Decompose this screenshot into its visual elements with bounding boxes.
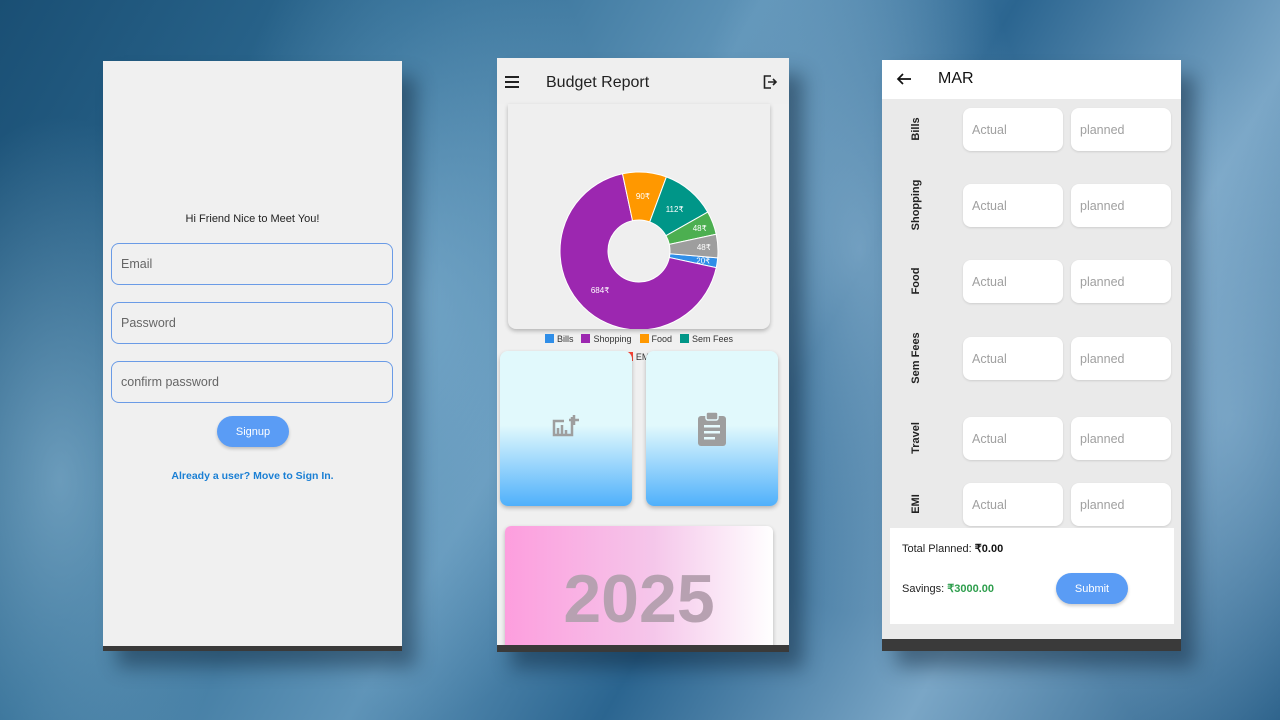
actual-input[interactable]: Actual bbox=[963, 337, 1063, 380]
nav-bar bbox=[103, 646, 402, 651]
actual-input[interactable]: Actual bbox=[963, 483, 1063, 526]
year-card[interactable]: 2025 bbox=[505, 526, 773, 652]
password-placeholder: Password bbox=[121, 316, 176, 330]
planned-input[interactable]: planned bbox=[1071, 108, 1171, 151]
chart-card: 20₹ 684₹ 90₹ 112₹ 48₹ 48₹ Bills Shopping Food Se… bbox=[508, 104, 770, 362]
budget-report-screen: Budget Report 20₹ 684₹ 90₹ 112₹ 48₹ 48₹ Bills… bbox=[497, 58, 789, 652]
category-label: Shopping bbox=[910, 179, 922, 231]
app-bar: MAR bbox=[882, 60, 1181, 99]
legend-item: Bills bbox=[544, 334, 574, 344]
signup-button[interactable]: Signup bbox=[217, 416, 289, 447]
year-text: 2025 bbox=[563, 561, 715, 637]
logout-icon[interactable] bbox=[762, 74, 778, 90]
total-planned-value: ₹0.00 bbox=[974, 543, 1004, 555]
page-title: Budget Report bbox=[546, 74, 650, 91]
back-arrow-icon[interactable] bbox=[896, 71, 912, 87]
legend-swatch bbox=[680, 334, 690, 343]
legend-label: Shopping bbox=[593, 334, 632, 344]
summary-panel: Total Planned: ₹0.00 Savings: ₹3000.00 S… bbox=[890, 528, 1174, 624]
legend-label: Bills bbox=[556, 334, 574, 344]
planned-input[interactable]: planned bbox=[1071, 337, 1171, 380]
month-title: MAR bbox=[938, 70, 974, 87]
submit-button[interactable]: Submit bbox=[1056, 573, 1128, 604]
data-label: 684₹ bbox=[591, 286, 609, 295]
legend-swatch bbox=[581, 334, 591, 343]
actual-input[interactable]: Actual bbox=[963, 108, 1063, 151]
planned-input[interactable]: planned bbox=[1071, 260, 1171, 303]
add-chart-icon bbox=[552, 414, 579, 436]
category-label: Food bbox=[910, 267, 922, 295]
legend-item: Food bbox=[639, 334, 673, 344]
data-label: 112₹ bbox=[666, 205, 684, 214]
legend-item: Sem Fees bbox=[680, 334, 733, 344]
data-label: 90₹ bbox=[636, 192, 650, 201]
planned-input[interactable]: planned bbox=[1071, 184, 1171, 227]
legend-label: Sem Fees bbox=[692, 334, 734, 344]
greeting-text: Hi Friend Nice to Meet You! bbox=[185, 213, 320, 225]
total-planned-label: Total Planned: bbox=[902, 543, 975, 555]
legend-swatch bbox=[639, 334, 649, 343]
signin-link[interactable]: Already a user? Move to Sign In. bbox=[103, 470, 402, 482]
clipboard-icon bbox=[698, 410, 726, 446]
legend-item: Shopping bbox=[581, 334, 632, 344]
data-label: 48₹ bbox=[693, 224, 707, 233]
actual-input[interactable]: Actual bbox=[963, 417, 1063, 460]
planned-input[interactable]: planned bbox=[1071, 483, 1171, 526]
add-budget-tile[interactable] bbox=[500, 351, 632, 506]
view-report-tile[interactable] bbox=[646, 351, 778, 506]
legend-swatch bbox=[544, 334, 554, 343]
signup-screen: Hi Friend Nice to Meet You! Email Passwo… bbox=[103, 61, 402, 651]
legend-label: Food bbox=[651, 334, 673, 344]
nav-bar bbox=[497, 645, 789, 652]
actual-input[interactable]: Actual bbox=[963, 184, 1063, 227]
savings-label: Savings: bbox=[902, 583, 948, 595]
email-placeholder: Email bbox=[121, 257, 153, 271]
savings-value: ₹3000.00 bbox=[947, 583, 995, 595]
total-planned: Total Planned: ₹0.00 bbox=[902, 542, 1003, 555]
category-label: Bills bbox=[910, 117, 922, 141]
data-label: 48₹ bbox=[697, 243, 711, 252]
legend-row: Bills Shopping Food Sem Fees bbox=[508, 334, 770, 344]
confirm-password-field[interactable]: confirm password bbox=[111, 361, 393, 403]
planned-input[interactable]: planned bbox=[1071, 417, 1171, 460]
email-field[interactable]: Email bbox=[111, 243, 393, 285]
category-label: Sem Fees bbox=[910, 332, 922, 384]
savings: Savings: ₹3000.00 bbox=[902, 582, 994, 595]
category-label: Travel bbox=[910, 422, 922, 454]
confirm-password-placeholder: confirm password bbox=[121, 375, 219, 389]
app-bar: Budget Report bbox=[497, 58, 789, 104]
month-budget-screen: MAR Bills Actual planned Shopping Actual plan… bbox=[882, 60, 1181, 651]
donut-chart: 20₹684₹90₹112₹48₹48₹ bbox=[559, 171, 719, 329]
actual-input[interactable]: Actual bbox=[963, 260, 1063, 303]
menu-icon[interactable] bbox=[505, 76, 519, 88]
category-label: EMI bbox=[910, 494, 922, 514]
password-field[interactable]: Password bbox=[111, 302, 393, 344]
nav-bar bbox=[882, 639, 1181, 651]
